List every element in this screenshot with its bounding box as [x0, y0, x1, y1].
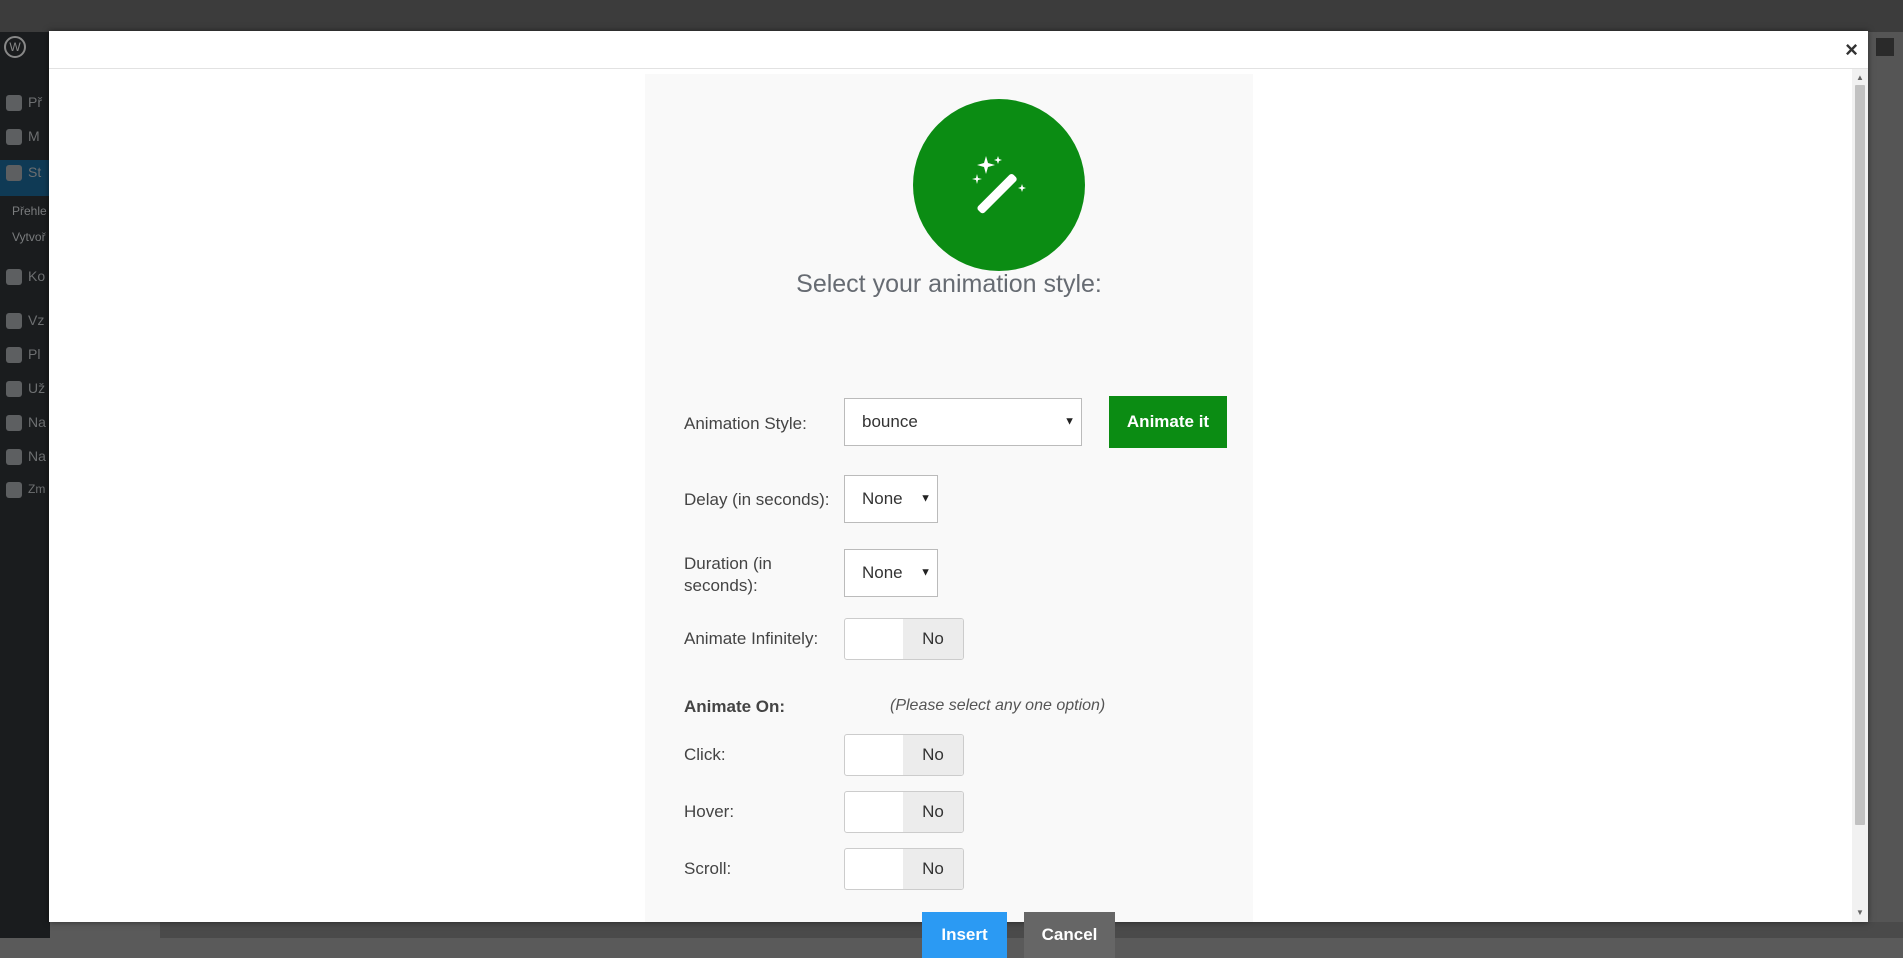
admin-sidebar: Př M St Přehle Vytvoř Ko Vz Pl Už Na Na … — [0, 32, 50, 938]
animation-modal: × ▲ ▼ Select your animation style: Anima… — [49, 31, 1868, 958]
insert-button[interactable]: Insert — [922, 912, 1007, 958]
toggle-state: No — [903, 735, 963, 775]
admin-top-bar — [0, 0, 1903, 32]
close-icon[interactable]: × — [1845, 37, 1858, 63]
hover-label: Hover: — [684, 802, 735, 821]
magic-wand-logo — [913, 99, 1085, 271]
comments-icon — [6, 269, 22, 286]
modal-header: × — [49, 31, 1868, 69]
animation-style-value: bounce — [862, 412, 918, 431]
sidebar-item[interactable]: Vz — [6, 312, 50, 334]
chevron-down-icon: ▼ — [1064, 415, 1075, 428]
wordpress-logo-icon: W — [4, 36, 26, 58]
duration-select[interactable]: None ▼ — [844, 549, 938, 597]
animate-infinitely-label: Animate Infinitely: — [684, 629, 819, 648]
sidebar-item[interactable]: St — [6, 164, 50, 186]
toggle-state: No — [903, 849, 963, 889]
pin-icon — [6, 95, 22, 112]
cancel-button[interactable]: Cancel — [1024, 912, 1115, 958]
animate-infinitely-toggle[interactable]: No — [844, 618, 964, 660]
animate-it-button[interactable]: Animate it — [1109, 396, 1227, 448]
sidebar-subitem[interactable]: Vytvoř — [12, 230, 50, 244]
duration-value: None — [862, 563, 903, 582]
pages-icon — [6, 165, 22, 182]
toggle-state: No — [903, 619, 963, 659]
scroll-label: Scroll: — [684, 859, 732, 878]
sidebar-item[interactable]: Už — [6, 380, 50, 402]
animate-on-heading: Animate On: — [684, 697, 786, 716]
media-icon — [6, 129, 22, 146]
admin-right-edge — [1868, 32, 1903, 922]
scroll-down-arrow-icon[interactable]: ▼ — [1852, 906, 1868, 920]
scroll-toggle[interactable]: No — [844, 848, 964, 890]
chevron-down-icon: ▼ — [920, 566, 931, 579]
tools-icon — [6, 415, 22, 432]
users-icon — [6, 381, 22, 398]
animation-form-panel: Select your animation style: Animation S… — [645, 74, 1253, 958]
duration-label: Duration (in seconds): — [684, 554, 772, 595]
sidebar-item[interactable]: Pl — [6, 346, 50, 368]
sidebar-item[interactable]: M — [6, 128, 50, 150]
sidebar-item[interactable]: Př — [6, 94, 50, 116]
animate-on-hint: (Please select any one option) — [890, 697, 1106, 714]
toggle-state: No — [903, 792, 963, 832]
magic-wand-icon — [972, 156, 1026, 214]
scrollbar-thumb[interactable] — [1855, 85, 1865, 825]
sidebar-subitem[interactable]: Přehle — [12, 204, 50, 218]
animation-style-label: Animation Style: — [684, 414, 807, 433]
modal-scrollbar[interactable]: ▲ ▼ — [1852, 69, 1868, 922]
plugins-icon — [6, 347, 22, 364]
delay-select[interactable]: None ▼ — [844, 475, 938, 523]
chevron-down-icon: ▼ — [920, 492, 931, 505]
delay-value: None — [862, 489, 903, 508]
hover-toggle[interactable]: No — [844, 791, 964, 833]
form-title: Select your animation style: — [796, 270, 1102, 298]
scroll-up-arrow-icon[interactable]: ▲ — [1852, 71, 1868, 85]
click-toggle[interactable]: No — [844, 734, 964, 776]
click-label: Click: — [684, 745, 726, 764]
sidebar-item[interactable]: Ko — [6, 268, 50, 290]
appearance-icon — [6, 313, 22, 330]
sidebar-item[interactable]: Na — [6, 414, 50, 436]
toolbar-icon — [1876, 38, 1894, 56]
delay-label: Delay (in seconds): — [684, 490, 830, 509]
animation-style-select[interactable]: bounce ▼ — [844, 398, 1082, 446]
sidebar-item[interactable]: Zm — [6, 482, 50, 504]
collapse-icon — [6, 482, 22, 498]
settings-icon — [6, 449, 22, 466]
sidebar-item[interactable]: Na — [6, 448, 50, 470]
